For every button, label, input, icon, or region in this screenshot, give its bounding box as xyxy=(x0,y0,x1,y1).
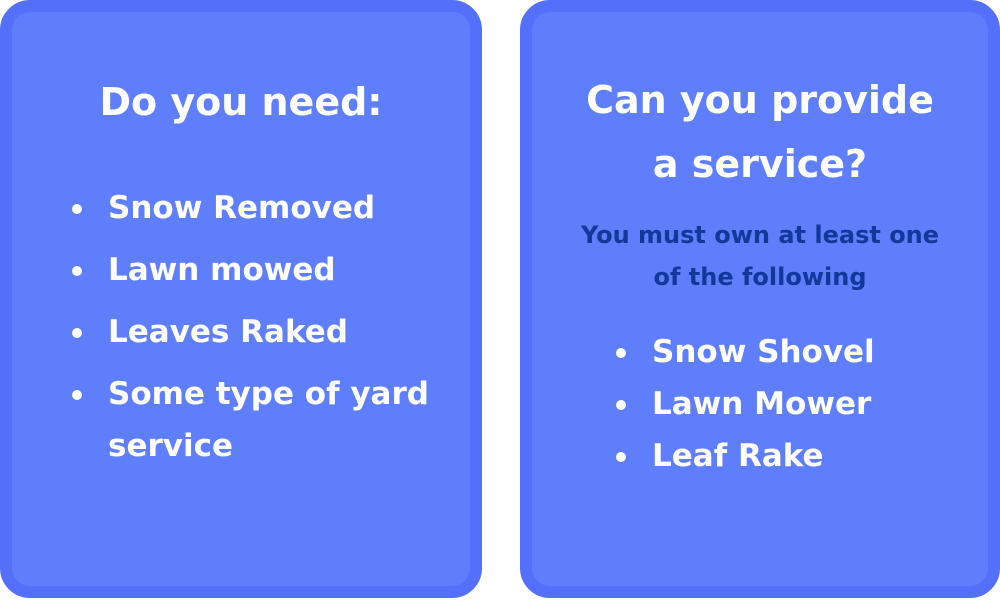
provide-subtitle: You must own at least one of the followi… xyxy=(532,214,988,298)
equipment-item-snow-shovel: Snow Shovel xyxy=(616,326,956,378)
need-title: Do you need: xyxy=(99,80,383,124)
need-service-card: Do you need: Snow Removed Lawn mowed Lea… xyxy=(0,0,482,598)
need-item-lawn-mowed: Lawn mowed xyxy=(72,244,452,296)
provide-title-line1: Can you provide xyxy=(586,78,934,122)
equipment-list: Snow Shovel Lawn Mower Leaf Rake xyxy=(616,326,956,482)
need-item-yard-service: Some type of yard service xyxy=(72,368,452,472)
provide-title-line2: a service? xyxy=(652,142,868,186)
need-item-snow-removed: Snow Removed xyxy=(72,182,452,234)
equipment-item-lawn-mower: Lawn Mower xyxy=(616,378,956,430)
provide-title: Can you provide a service? xyxy=(532,68,988,196)
need-list: Snow Removed Lawn mowed Leaves Raked Som… xyxy=(72,182,452,482)
provide-subtitle-line1: You must own at least one xyxy=(580,221,940,249)
provide-subtitle-line2: of the following xyxy=(653,263,867,291)
need-item-leaves-raked: Leaves Raked xyxy=(72,306,452,358)
equipment-item-leaf-rake: Leaf Rake xyxy=(616,430,956,482)
provide-service-card: Can you provide a service? You must own … xyxy=(520,0,1000,598)
